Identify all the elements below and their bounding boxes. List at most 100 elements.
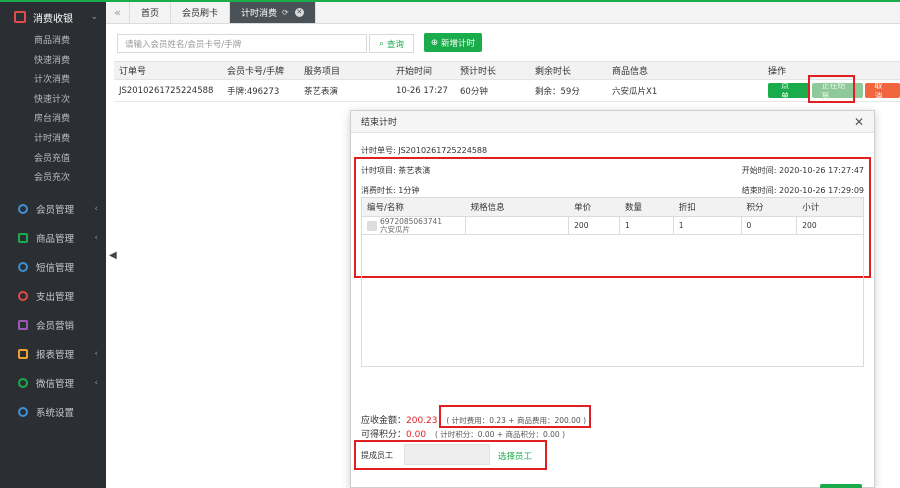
chevron-left-icon: ‹ (94, 378, 98, 389)
cashier-icon (14, 11, 26, 23)
col-header: 折扣 (678, 203, 696, 213)
close-tab-icon[interactable]: ✕ (294, 8, 304, 17)
start-time: 开始时间: 2020-10-26 17:27:47 (741, 166, 864, 175)
cell-spec (466, 217, 570, 234)
sidebar-item-goods[interactable]: 商品管理 ‹ (0, 224, 106, 253)
sidebar-head-cashier[interactable]: 消费收银 ⌄ (0, 2, 106, 32)
search-placeholder: 请输入会员姓名/会员卡号/手牌 (125, 39, 242, 50)
collect-payment-button[interactable]: 收 款 (820, 484, 862, 488)
col-header: 剩余时长 (535, 67, 572, 77)
sidebar-item-marketing[interactable]: 会员营销 (0, 311, 106, 340)
table-row[interactable]: JS2010261725224588 手牌:496273 茶艺表演 10-26 … (114, 80, 900, 102)
tab-label: 计时消费 (241, 9, 278, 19)
sidebar-item-label: 微信管理 (36, 379, 75, 391)
sidebar-sub-item[interactable]: 房台消费 (0, 110, 106, 130)
col-header: 服务项目 (304, 67, 341, 77)
select-staff-link[interactable]: 选择员工 (498, 450, 532, 462)
tab-home[interactable]: 首页 (130, 2, 172, 23)
order-number: 计时单号: JS2010261725224588 (361, 146, 488, 155)
cell-discount: 1 (674, 217, 742, 234)
highlight-box (808, 75, 855, 103)
cell-order: JS2010261725224588 (119, 85, 214, 96)
plus-icon: ⊕ (430, 37, 439, 48)
sidebar-item-label: 会员营销 (36, 321, 75, 333)
points-note: ( 计时积分：0.00 + 商品积分：0.00 ) (434, 430, 566, 439)
timing-project: 计时项目: 茶艺表演 (361, 166, 431, 175)
cell-service: 茶艺表演 (304, 86, 339, 97)
end-time: 结束时间: 2020-10-26 17:29:09 (741, 186, 864, 195)
sidebar-sub-item[interactable]: 会员充次 (0, 169, 106, 189)
sidebar-item-members[interactable]: 会员管理 ‹ (0, 195, 106, 224)
sidebar-sub-item[interactable]: 会员充值 (0, 150, 106, 170)
sidebar-sub-item[interactable]: 计次消费 (0, 71, 106, 91)
sidebar-sub-item[interactable]: 快速消费 (0, 52, 106, 72)
chevron-down-icon: ⌄ (90, 12, 98, 22)
gift-icon (18, 320, 28, 331)
sidebar-item-expense[interactable]: 支出管理 (0, 282, 106, 311)
sms-icon (18, 262, 28, 273)
sidebar-item-settings[interactable]: 系统设置 (0, 398, 106, 427)
cell-remaining: 剩余：59分 (535, 86, 580, 97)
close-icon[interactable]: ✕ (854, 115, 864, 129)
sidebar-sub-item[interactable]: 商品消费 (0, 32, 106, 52)
tab-bar: « 首页 会员刷卡 计时消费 ⟳ ✕ (106, 2, 900, 24)
table-header: 订单号 会员卡号/手牌 服务项目 开始时间 预计时长 剩余时长 商品信息 操作 (114, 61, 900, 80)
box-icon (18, 233, 28, 244)
sidebar-item-label: 支出管理 (36, 292, 75, 304)
cell-start: 10-26 17:27 (396, 85, 448, 96)
sidebar-item-label: 报表管理 (36, 350, 75, 362)
dialog-title: 结束计时 (361, 118, 398, 128)
receivable-value: 200.23 (406, 416, 438, 426)
tab-label: 会员刷卡 (182, 9, 219, 19)
end-timing-dialog: 结束计时 ✕ 计时单号: JS2010261725224588 计时项目: 茶艺… (350, 110, 875, 488)
sidebar-item-label: 系统设置 (36, 408, 75, 420)
col-header: 规格信息 (470, 203, 505, 213)
points-line: 可得积分：0.00 ( 计时积分：0.00 + 商品积分：0.00 ) (361, 427, 586, 440)
col-header: 编号/名称 (367, 203, 404, 213)
users-icon (18, 204, 28, 215)
receivable-label: 应收金额： (361, 416, 407, 426)
collapse-arrow-icon[interactable]: ◀ (109, 250, 117, 261)
staff-field[interactable] (404, 444, 490, 465)
sidebar-item-label: 商品管理 (36, 234, 75, 246)
cancel-button[interactable]: 取消 (864, 81, 900, 101)
col-header: 数量 (624, 203, 642, 213)
sidebar-sub-item[interactable]: 计时消费 (0, 130, 106, 150)
cell-points: 0 (742, 217, 798, 234)
col-header: 开始时间 (396, 67, 433, 77)
new-timing-button[interactable]: ⊕ 新增计时 (424, 33, 482, 52)
tabs-scroll-left-button[interactable]: « (106, 2, 130, 23)
sidebar-item-reports[interactable]: 报表管理 ‹ (0, 340, 106, 369)
search-icon: ⌕ (379, 38, 384, 49)
tab-member-card[interactable]: 会员刷卡 (171, 2, 231, 23)
refresh-icon[interactable]: ⟳ (282, 8, 289, 17)
sidebar: 消费收银 ⌄ 商品消费 快速消费 计次消费 快速计次 房台消费 计时消费 会员充… (0, 2, 106, 488)
chevron-left-icon: ‹ (94, 204, 98, 215)
col-header: 会员卡号/手牌 (227, 67, 285, 77)
cell-estimate: 60分钟 (460, 86, 488, 97)
search-input[interactable]: 请输入会员姓名/会员卡号/手牌 (117, 34, 367, 53)
col-header: 小计 (802, 203, 820, 213)
tab-timed-consumption[interactable]: 计时消费 ⟳ ✕ (230, 2, 316, 23)
sidebar-sub-item[interactable]: 快速计次 (0, 91, 106, 111)
report-icon (18, 349, 28, 360)
sidebar-item-label: 会员管理 (36, 205, 75, 217)
consume-duration: 消费时长: 1分钟 (361, 186, 420, 195)
sidebar-item-label: 短信管理 (36, 263, 75, 275)
items-table: 编号/名称 规格信息 单价 数量 折扣 积分 小计 6972085063741 … (361, 197, 864, 367)
query-button[interactable]: ⌕ 查询 (369, 34, 414, 53)
query-label: 查询 (386, 39, 404, 50)
highlight-box (439, 405, 591, 428)
cell-goods: 六安瓜片X1 (612, 86, 658, 97)
staff-label: 提成员工 (361, 451, 393, 460)
sidebar-item-wechat[interactable]: 微信管理 ‹ (0, 369, 106, 398)
col-header: 预计时长 (460, 67, 497, 77)
chevron-left-icon: ‹ (94, 233, 98, 244)
product-name: 六安瓜片 (380, 224, 410, 234)
sidebar-item-sms[interactable]: 短信管理 (0, 253, 106, 282)
points-value: 0.00 (406, 430, 427, 440)
cell-code-name: 6972085063741 六安瓜片 (362, 217, 466, 234)
expense-icon (18, 291, 28, 302)
wechat-icon (18, 378, 28, 389)
order-button[interactable]: 点单 (768, 81, 810, 101)
